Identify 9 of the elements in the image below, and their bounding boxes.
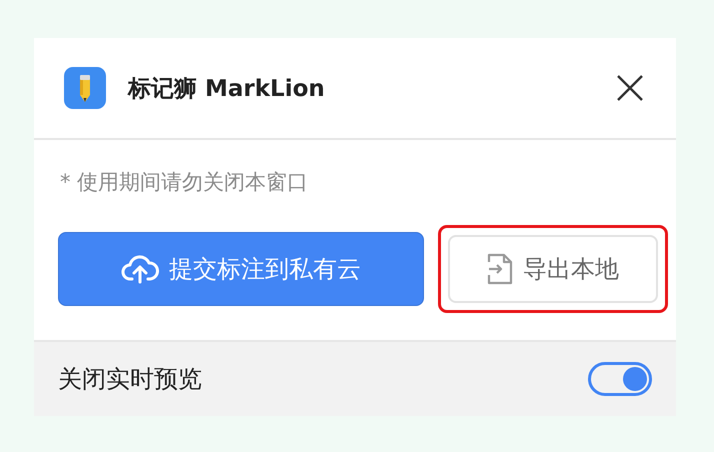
cloud-upload-icon [121, 254, 159, 284]
preview-label: 关闭实时预览 [58, 364, 202, 395]
file-import-icon [487, 253, 513, 285]
window-title: 标记狮 MarkLion [128, 74, 326, 104]
preview-toggle[interactable] [588, 362, 652, 396]
notice-text: * 使用期间请勿关闭本窗口 [60, 169, 310, 196]
pencil-logo-icon [64, 67, 106, 109]
submit-button[interactable]: 提交标注到私有云 [58, 232, 424, 306]
export-button[interactable]: 导出本地 [448, 235, 658, 303]
